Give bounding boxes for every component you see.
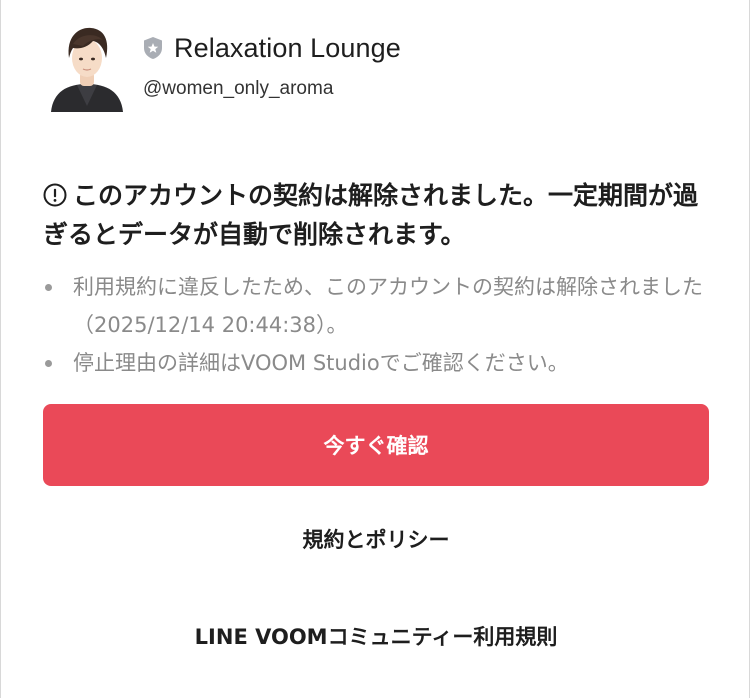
account-header: Relaxation Lounge @women_only_aroma	[49, 22, 729, 118]
account-handle: @women_only_aroma	[143, 78, 334, 99]
avatar	[49, 22, 125, 112]
alert-circle-icon	[43, 179, 67, 207]
shield-star-icon	[143, 36, 163, 60]
list-item: 停止理由の詳細はVOOM Studioでご確認ください。	[43, 344, 713, 382]
terms-and-policy-link[interactable]: 規約とポリシー	[1, 524, 750, 554]
account-name-row: Relaxation Lounge	[143, 30, 401, 66]
account-name: Relaxation Lounge	[174, 32, 401, 63]
termination-notice: このアカウントの契約は解除されました。一定期間が過ぎるとデータが自動で削除されま…	[43, 176, 713, 382]
community-guidelines-link[interactable]: LINE VOOMコミュニティー利用規則	[1, 621, 750, 651]
notice-details-list: 利用規約に違反したため、このアカウントの契約は解除されました（2025/12/1…	[43, 268, 713, 382]
notice-title-row: このアカウントの契約は解除されました。一定期間が過ぎるとデータが自動で削除されま…	[43, 176, 713, 254]
account-terminated-page: Relaxation Lounge @women_only_aroma このアカ…	[0, 0, 750, 698]
avatar-illustration	[51, 27, 123, 112]
confirm-now-button[interactable]: 今すぐ確認	[43, 404, 709, 486]
list-item: 利用規約に違反したため、このアカウントの契約は解除されました（2025/12/1…	[43, 268, 713, 344]
notice-title: このアカウントの契約は解除されました。一定期間が過ぎるとデータが自動で削除されま…	[43, 181, 699, 249]
